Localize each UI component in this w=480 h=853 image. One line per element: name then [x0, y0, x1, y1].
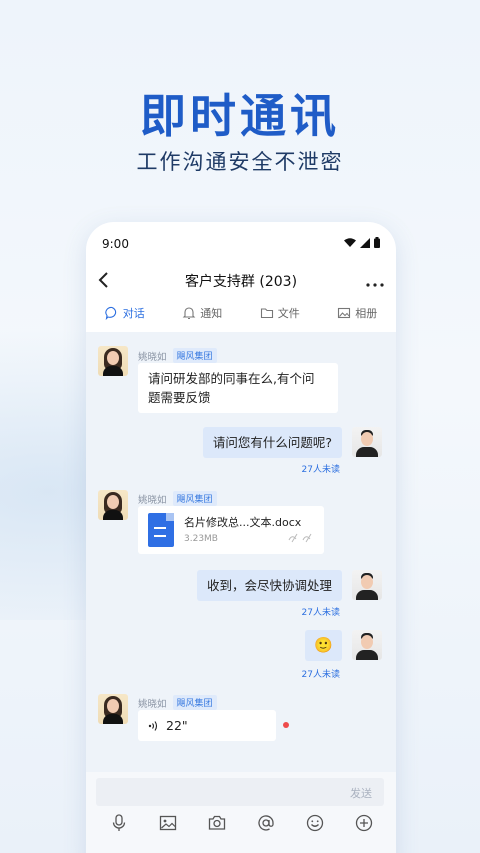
- camera-icon[interactable]: [207, 813, 227, 837]
- message-text: 收到，会尽快协调处理: [206, 578, 332, 593]
- message-input[interactable]: 发送: [96, 778, 384, 806]
- message-list[interactable]: 姚晓如 飓风集团 请问研发部的同事在么,有个问 题需要反馈 请问您有什么问题呢?…: [86, 332, 396, 772]
- avatar[interactable]: [98, 490, 128, 520]
- signal-icon: [360, 237, 370, 251]
- more-dots-icon[interactable]: [360, 272, 384, 291]
- org-badge: 飓风集团: [172, 491, 217, 506]
- sender-line: 姚晓如 飓风集团: [138, 348, 217, 363]
- status-icons: [344, 237, 380, 251]
- org-badge: 飓风集团: [172, 695, 217, 710]
- tab-album[interactable]: 相册: [337, 305, 377, 321]
- message-bubble[interactable]: 请问研发部的同事在么,有个问 题需要反馈: [138, 363, 338, 413]
- plus-icon[interactable]: [354, 813, 374, 837]
- read-status[interactable]: 27人未读: [302, 667, 340, 680]
- phone-mockup: 9:00 客户支持群 (203) 对话 通知 文件 相册 姚晓如 飓风集团 请问…: [86, 222, 396, 853]
- org-badge: 飓风集团: [172, 348, 217, 363]
- tab-files[interactable]: 文件: [260, 305, 300, 321]
- input-toolbar: [94, 812, 388, 838]
- read-status[interactable]: 27人未读: [302, 462, 340, 475]
- chat-title: 客户支持群 (203): [184, 274, 298, 290]
- document-icon: [148, 513, 174, 547]
- emoji-message: 🙂: [314, 636, 333, 654]
- tab-notice[interactable]: 通知: [182, 305, 222, 321]
- chat-bubble-icon: [105, 306, 116, 320]
- read-status[interactable]: 27人未读: [302, 605, 340, 618]
- at-icon[interactable]: [256, 813, 276, 837]
- tab-label: 相册: [355, 307, 378, 320]
- message-text: 请问研发部的同事在么,有个问: [148, 371, 315, 386]
- avatar[interactable]: [98, 694, 128, 724]
- sender-line: 姚晓如 飓风集团: [138, 491, 217, 506]
- message-text: 题需要反馈: [148, 390, 211, 405]
- message-bubble[interactable]: 收到，会尽快协调处理: [196, 570, 342, 601]
- input-area: 发送: [86, 772, 396, 853]
- bell-icon: [182, 307, 196, 320]
- file-status-icons: [288, 533, 314, 546]
- microphone-icon[interactable]: [109, 813, 129, 837]
- avatar[interactable]: [352, 427, 382, 457]
- status-time: 9:00: [102, 237, 129, 251]
- file-attachment[interactable]: 名片修改总...文本.docx 3.23MB: [138, 506, 324, 554]
- picture-icon[interactable]: [158, 813, 178, 837]
- tab-chat[interactable]: 对话: [105, 305, 145, 321]
- tab-label: 对话: [122, 307, 145, 320]
- wifi-icon: [344, 237, 356, 251]
- hero-title: 即时通讯: [140, 89, 340, 143]
- voice-message[interactable]: 22": [138, 710, 276, 741]
- chevron-left-icon[interactable]: [98, 269, 122, 293]
- voice-wave-icon: [148, 720, 158, 731]
- image-icon: [338, 307, 351, 319]
- emoji-icon[interactable]: [305, 813, 325, 837]
- sender-line: 姚晓如 飓风集团: [138, 695, 217, 710]
- status-bar: 9:00: [86, 222, 396, 266]
- message-bubble[interactable]: 🙂: [305, 630, 342, 661]
- hero-subtitle: 工作沟通安全不泄密: [136, 150, 344, 174]
- send-button[interactable]: 发送: [350, 785, 372, 801]
- message-text: 请问您有什么问题呢?: [212, 435, 332, 450]
- chat-tabs: 对话 通知 文件 相册: [86, 296, 396, 330]
- folder-icon: [260, 308, 273, 319]
- file-size: 3.23MB: [184, 534, 218, 544]
- sender-name: 姚晓如: [138, 698, 167, 710]
- message-bubble[interactable]: 请问您有什么问题呢?: [202, 427, 342, 458]
- sender-name: 姚晓如: [138, 494, 167, 506]
- unread-dot: [283, 722, 289, 728]
- file-name: 名片修改总...文本.docx: [184, 516, 302, 529]
- battery-icon: [374, 237, 380, 251]
- avatar[interactable]: [352, 630, 382, 660]
- chat-header: 客户支持群 (203): [86, 266, 396, 296]
- voice-duration: 22": [166, 718, 188, 733]
- tab-label: 文件: [277, 307, 300, 320]
- tab-label: 通知: [200, 307, 223, 320]
- avatar[interactable]: [98, 346, 128, 376]
- avatar[interactable]: [352, 570, 382, 600]
- sender-name: 姚晓如: [138, 351, 167, 363]
